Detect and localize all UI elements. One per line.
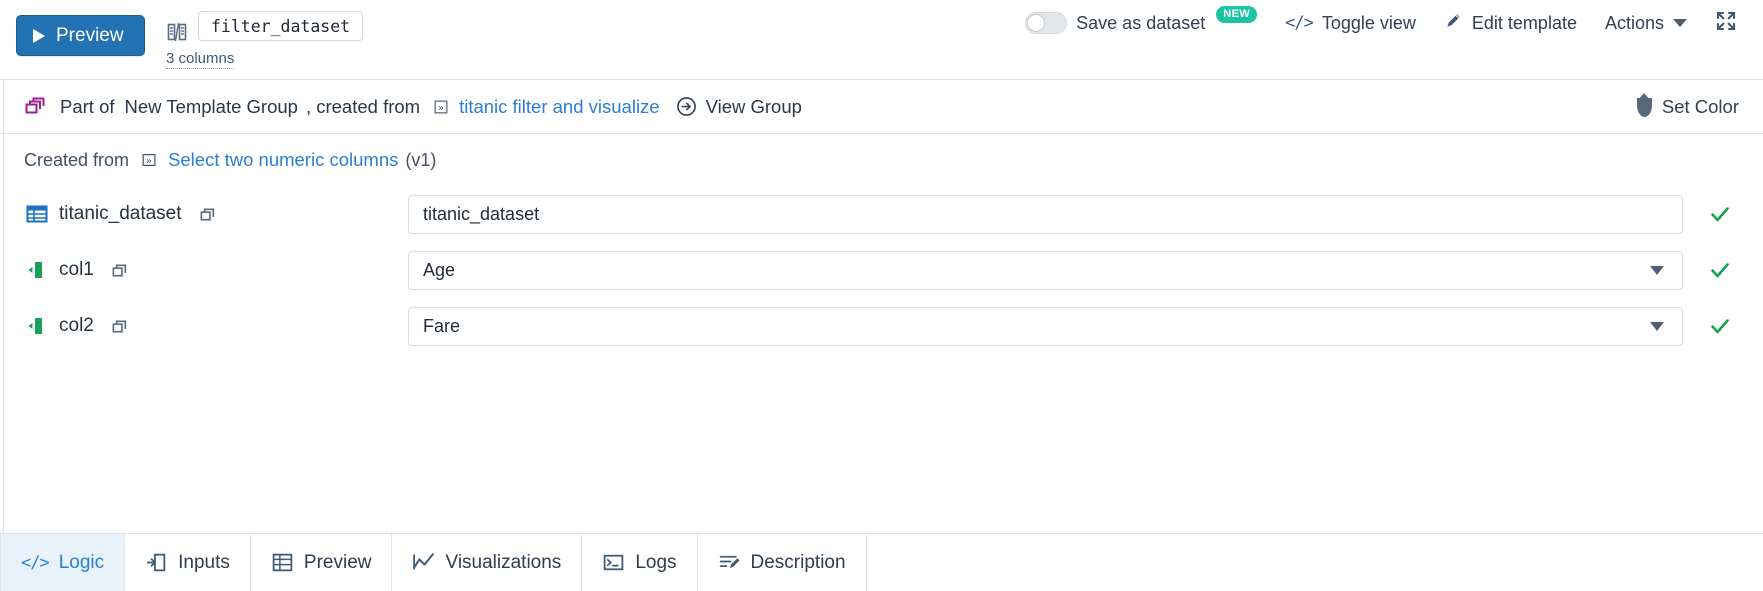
parameter-row: titanic_dataset titanic_dataset — [0, 186, 1763, 242]
code-icon: </> — [21, 552, 50, 573]
tab-preview-label: Preview — [303, 551, 372, 573]
fullscreen-button[interactable] — [1701, 0, 1751, 46]
parameter-label-group: col2 — [26, 315, 130, 337]
column-icon — [26, 259, 48, 281]
group-name: New Template Group — [124, 95, 298, 117]
col2-select[interactable]: Fare — [408, 306, 1683, 346]
parameter-name: titanic_dataset — [59, 203, 182, 224]
tab-description-label: Description — [750, 551, 846, 573]
code-icon: </> — [1285, 13, 1314, 33]
col2-select-value: Fare — [423, 315, 461, 336]
parameter-label-group: titanic_dataset — [26, 203, 218, 225]
terminal-icon — [602, 551, 625, 574]
inputs-icon — [145, 551, 168, 574]
description-icon — [718, 551, 741, 574]
created-from-row: Created from » Select two numeric column… — [0, 134, 1763, 186]
template-icon — [166, 21, 188, 43]
part-of-bar: Part of New Template Group , created fro… — [0, 80, 1763, 134]
table-icon — [271, 551, 294, 574]
edit-template-label: Edit template — [1471, 12, 1577, 33]
template-ref-icon: » — [432, 98, 450, 116]
parameter-name: col2 — [59, 315, 94, 336]
dataset-input-value: titanic_dataset — [423, 203, 540, 224]
created-from-prefix: Created from — [24, 149, 130, 170]
col1-select[interactable]: Age — [408, 250, 1683, 290]
parameter-label-group: col1 — [26, 259, 130, 281]
bottom-tab-bar: </> Logic Inputs Preview Visualizations … — [0, 533, 1763, 591]
valid-check-icon — [1709, 259, 1731, 281]
color-drop-icon — [1636, 97, 1652, 117]
created-from-link[interactable]: Select two numeric columns — [168, 149, 398, 171]
col1-select-value: Age — [423, 259, 456, 280]
valid-check-icon — [1709, 315, 1731, 337]
columns-count-link[interactable]: 3 columns — [166, 50, 235, 69]
svg-text:»: » — [438, 103, 444, 114]
tab-logs[interactable]: Logs — [582, 534, 698, 591]
save-as-dataset-label: Save as dataset — [1076, 12, 1206, 33]
part-of-content: Part of New Template Group , created fro… — [0, 96, 802, 118]
parameter-list: titanic_dataset titanic_dataset col1 Age… — [0, 186, 1763, 354]
template-name-input[interactable]: filter_dataset — [198, 11, 364, 41]
parameter-row: col2 Fare — [0, 298, 1763, 354]
play-icon — [33, 28, 45, 43]
view-group-arrow-icon — [676, 96, 697, 117]
view-group-button[interactable]: View Group — [706, 96, 802, 118]
set-color-label: Set Color — [1661, 96, 1739, 117]
pencil-icon — [1444, 11, 1463, 35]
template-editor-window: Preview filter_dataset 3 columns Save as… — [0, 0, 1763, 591]
group-icon — [24, 96, 46, 118]
actions-label: Actions — [1604, 12, 1664, 33]
chevron-down-icon — [1650, 265, 1664, 275]
tab-logs-label: Logs — [635, 551, 677, 573]
template-ref-icon: » — [140, 151, 158, 169]
copy-icon[interactable] — [111, 317, 130, 336]
created-from-separator: , created from — [305, 95, 421, 117]
tab-visualizations[interactable]: Visualizations — [392, 534, 583, 591]
template-name-value: filter_dataset — [211, 16, 351, 36]
preview-button[interactable]: Preview — [16, 15, 145, 56]
preview-button-label: Preview — [56, 24, 124, 46]
svg-text:»: » — [146, 156, 152, 167]
toggle-view-button[interactable]: </> Toggle view — [1271, 0, 1430, 46]
edit-template-button[interactable]: Edit template — [1430, 0, 1591, 46]
toggle-knob — [1027, 14, 1046, 32]
line-chart-icon — [412, 551, 435, 574]
actions-menu-button[interactable]: Actions — [1591, 0, 1701, 46]
tab-logic-label: Logic — [58, 551, 105, 573]
created-from-version: (v1) — [405, 149, 437, 170]
table-icon — [26, 203, 48, 225]
tab-description[interactable]: Description — [697, 534, 867, 591]
copy-icon[interactable] — [199, 205, 218, 224]
tab-preview[interactable]: Preview — [250, 534, 393, 591]
dataset-input[interactable]: titanic_dataset — [408, 194, 1683, 234]
source-template-link[interactable]: titanic filter and visualize — [459, 96, 660, 118]
chevron-down-icon — [1673, 19, 1687, 27]
save-as-dataset-control[interactable]: Save as dataset NEW — [1011, 0, 1271, 46]
expand-icon — [1715, 10, 1737, 37]
chevron-down-icon — [1650, 321, 1664, 331]
toggle-view-label: Toggle view — [1321, 12, 1416, 33]
tab-logic[interactable]: </> Logic — [0, 534, 126, 591]
tab-inputs-label: Inputs — [178, 551, 230, 573]
valid-check-icon — [1709, 203, 1731, 225]
save-as-dataset-toggle[interactable] — [1025, 12, 1068, 34]
copy-icon[interactable] — [111, 261, 130, 280]
toolbar-actions: Save as dataset NEW </> Toggle view Edit… — [1011, 0, 1751, 46]
tab-inputs[interactable]: Inputs — [125, 534, 251, 591]
top-toolbar: Preview filter_dataset 3 columns Save as… — [0, 0, 1763, 80]
column-icon — [26, 315, 48, 337]
parameter-row: col1 Age — [0, 242, 1763, 298]
tab-visualizations-label: Visualizations — [445, 551, 562, 573]
new-badge: NEW — [1216, 5, 1258, 23]
set-color-button[interactable]: Set Color — [1636, 80, 1739, 134]
parameter-name: col1 — [59, 259, 94, 280]
part-of-prefix: Part of — [60, 95, 115, 117]
